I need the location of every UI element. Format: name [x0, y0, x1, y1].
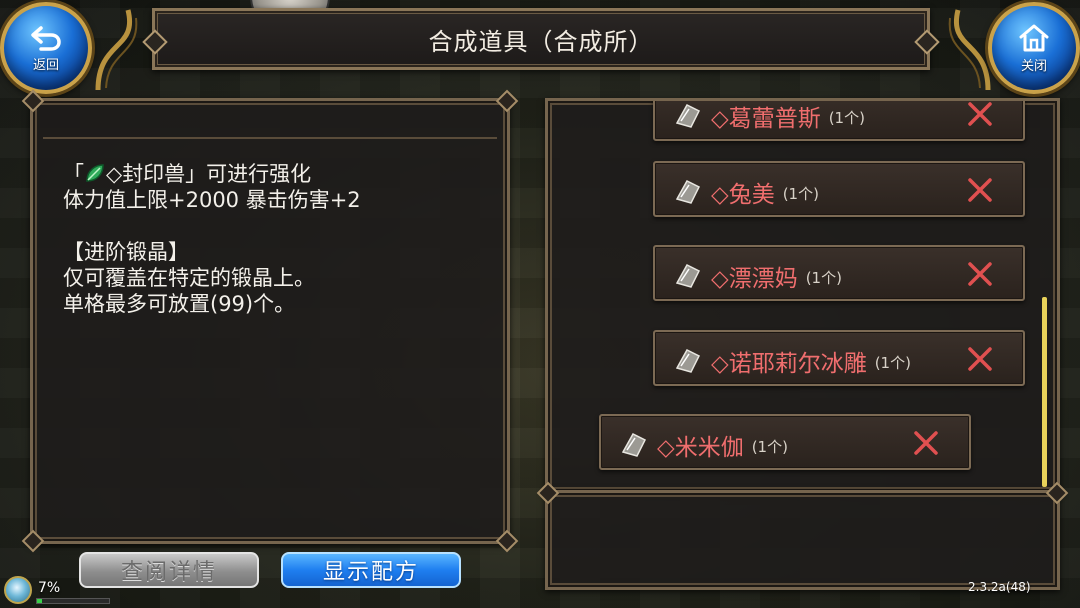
description-line: 「 ◇封印兽」可进行强化	[63, 162, 312, 186]
x-remove-icon[interactable]	[911, 428, 941, 458]
back-button[interactable]: 返回	[0, 2, 92, 94]
material-list-panel[interactable]: ◇葛蕾普斯 (1个) ◇兔美 (1个) ◇漂漂妈 (1个) ◇诺耶莉尔冰雕 (1个)	[545, 98, 1060, 494]
status-orb-icon	[4, 576, 32, 604]
home-icon	[1019, 24, 1049, 51]
description-line: 【进阶锻晶】	[63, 240, 189, 264]
material-name: ◇葛蕾普斯	[711, 106, 821, 132]
green-leaf-icon	[86, 164, 104, 182]
description-line: 仅可覆盖在特定的锻晶上。	[63, 266, 315, 290]
crystal-shard-icon	[621, 433, 647, 457]
list-item[interactable]: ◇葛蕾普斯 (1个)	[653, 99, 1025, 141]
description-panel: 「 ◇封印兽」可进行强化 体力值上限+2000 暴击伤害+2 【进阶锻晶】 仅可…	[21, 89, 519, 553]
crystal-shard-icon	[675, 104, 701, 128]
status-progress-fill	[37, 599, 43, 603]
show-recipe-button[interactable]: 显示配方	[281, 552, 461, 588]
description-item-name: ◇封印兽	[106, 162, 186, 186]
list-item[interactable]: ◇米米伽 (1个)	[599, 414, 971, 470]
material-count: (1个)	[782, 185, 819, 203]
material-count: (1个)	[874, 354, 911, 372]
status-progress-bar	[36, 598, 110, 604]
back-arrow-icon	[31, 25, 61, 51]
description-line: 单格最多可放置(99)个。	[63, 292, 296, 316]
material-name: ◇诺耶莉尔冰雕	[711, 351, 867, 377]
x-remove-icon[interactable]	[965, 99, 995, 129]
close-button-label: 关闭	[1020, 58, 1047, 74]
list-scrollbar[interactable]	[1042, 297, 1047, 487]
version-label: 2.3.2a(48)	[968, 580, 1031, 594]
crystal-shard-icon	[675, 349, 701, 373]
close-button[interactable]: 关闭	[988, 2, 1080, 94]
crystal-shard-icon	[675, 180, 701, 204]
gold-ornament-left	[95, 9, 138, 91]
material-name: ◇米米伽	[657, 435, 744, 461]
status-percent: 7%	[38, 580, 61, 596]
item-description: 「 ◇封印兽」可进行强化 体力值上限+2000 暴击伤害+2 【进阶锻晶】 仅可…	[63, 161, 493, 317]
list-item[interactable]: ◇诺耶莉尔冰雕 (1个)	[653, 330, 1025, 386]
back-button-label: 返回	[32, 57, 59, 73]
material-count: (1个)	[751, 438, 788, 456]
x-remove-icon[interactable]	[965, 259, 995, 289]
panel-divider	[43, 137, 497, 139]
view-details-button[interactable]: 查阅详情	[79, 552, 259, 588]
description-line: 体力值上限+2000 暴击伤害+2	[63, 188, 361, 212]
list-item[interactable]: ◇漂漂妈 (1个)	[653, 245, 1025, 301]
title-bar: 合成道具（合成所）	[142, 8, 940, 70]
material-name: ◇漂漂妈	[711, 266, 798, 292]
x-remove-icon[interactable]	[965, 175, 995, 205]
material-count: (1个)	[805, 269, 842, 287]
x-remove-icon[interactable]	[965, 344, 995, 374]
list-item[interactable]: ◇兔美 (1个)	[653, 161, 1025, 217]
material-name: ◇兔美	[711, 182, 775, 208]
page-title: 合成道具（合成所）	[428, 27, 654, 56]
material-count: (1个)	[828, 109, 865, 127]
recipe-panel	[536, 481, 1069, 590]
crystal-shard-icon	[675, 264, 701, 288]
description-spacer	[63, 213, 493, 239]
